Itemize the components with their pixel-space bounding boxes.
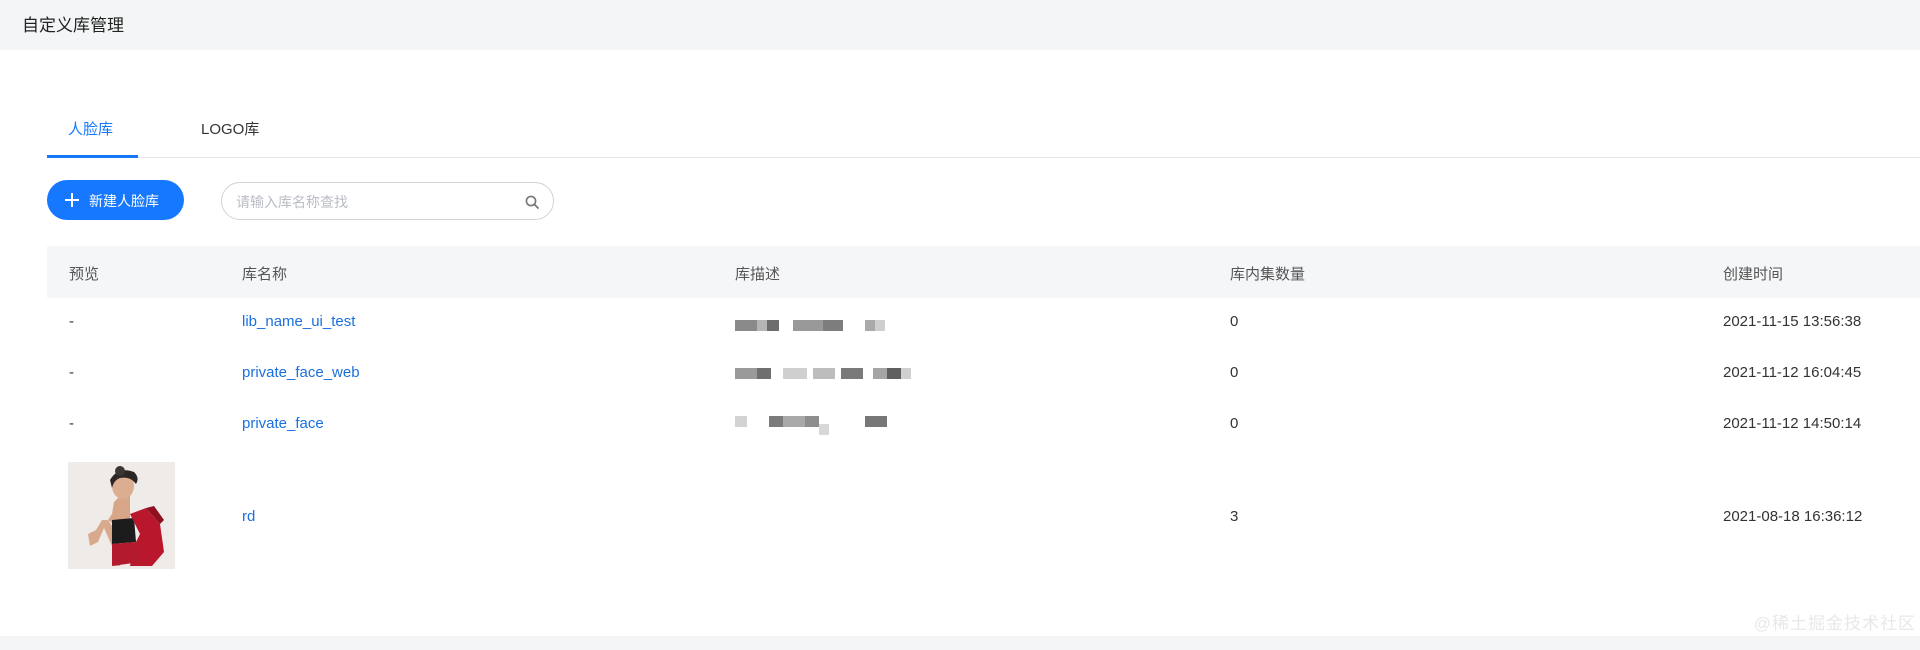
search-box[interactable] [221, 182, 554, 220]
created-time-cell: 2021-11-12 16:04:45 [1723, 364, 1862, 381]
created-time-cell: 2021-08-18 16:36:12 [1723, 508, 1863, 525]
count-cell: 3 [1230, 508, 1239, 525]
table-header: 预览 库名称 库描述 库内集数量 创建时间 [47, 246, 1920, 298]
count-cell: 0 [1230, 415, 1239, 432]
tab-logo-library[interactable]: LOGO库 [201, 118, 259, 139]
library-name-link[interactable]: rd [242, 508, 255, 525]
library-name-link[interactable]: private_face [242, 415, 324, 432]
search-icon[interactable] [524, 194, 540, 210]
count-cell: 0 [1230, 313, 1239, 330]
created-time-cell: 2021-11-12 14:50:14 [1723, 415, 1862, 432]
tab-face-library[interactable]: 人脸库 [68, 118, 113, 139]
active-tab-indicator [47, 155, 138, 158]
person-photo-image [68, 462, 175, 569]
preview-cell: - [69, 415, 74, 432]
blurred-description [735, 368, 935, 382]
library-name-link[interactable]: lib_name_ui_test [242, 313, 355, 330]
column-header-preview: 预览 [69, 266, 100, 283]
table-row: - private_face_web 0 2021-11-12 16:04:45 [47, 349, 1920, 400]
page-title: 自定义库管理 [22, 16, 124, 35]
new-face-library-label: 新建人脸库 [89, 193, 159, 209]
column-header-count: 库内集数量 [1230, 266, 1306, 283]
toolbar: 新建人脸库 [47, 180, 567, 222]
blurred-description [735, 416, 905, 436]
column-header-created: 创建时间 [1723, 266, 1784, 283]
plus-icon [64, 192, 80, 208]
created-time-cell: 2021-11-15 13:56:38 [1723, 313, 1862, 330]
table-row: - lib_name_ui_test 0 2021-11-15 13:56:38 [47, 298, 1920, 349]
library-name-link[interactable]: private_face_web [242, 364, 360, 381]
new-face-library-button[interactable]: 新建人脸库 [47, 180, 184, 220]
tab-bar: 人脸库 LOGO库 [47, 65, 1920, 158]
top-bar: 自定义库管理 [0, 0, 1920, 50]
library-table: 预览 库名称 库描述 库内集数量 创建时间 - lib_name_ui_test… [47, 246, 1920, 582]
table-row: rd 3 2021-08-18 16:36:12 [47, 452, 1920, 582]
preview-thumbnail[interactable] [68, 462, 175, 569]
search-input[interactable] [236, 192, 506, 212]
column-header-name: 库名称 [242, 266, 288, 283]
watermark: @稀土掘金技术社区 [1753, 614, 1916, 633]
preview-cell: - [69, 313, 74, 330]
table-row: - private_face 0 2021-11-12 14:50:14 [47, 400, 1920, 452]
column-header-description: 库描述 [735, 266, 781, 283]
count-cell: 0 [1230, 364, 1239, 381]
preview-cell: - [69, 364, 74, 381]
blurred-description [735, 320, 905, 334]
